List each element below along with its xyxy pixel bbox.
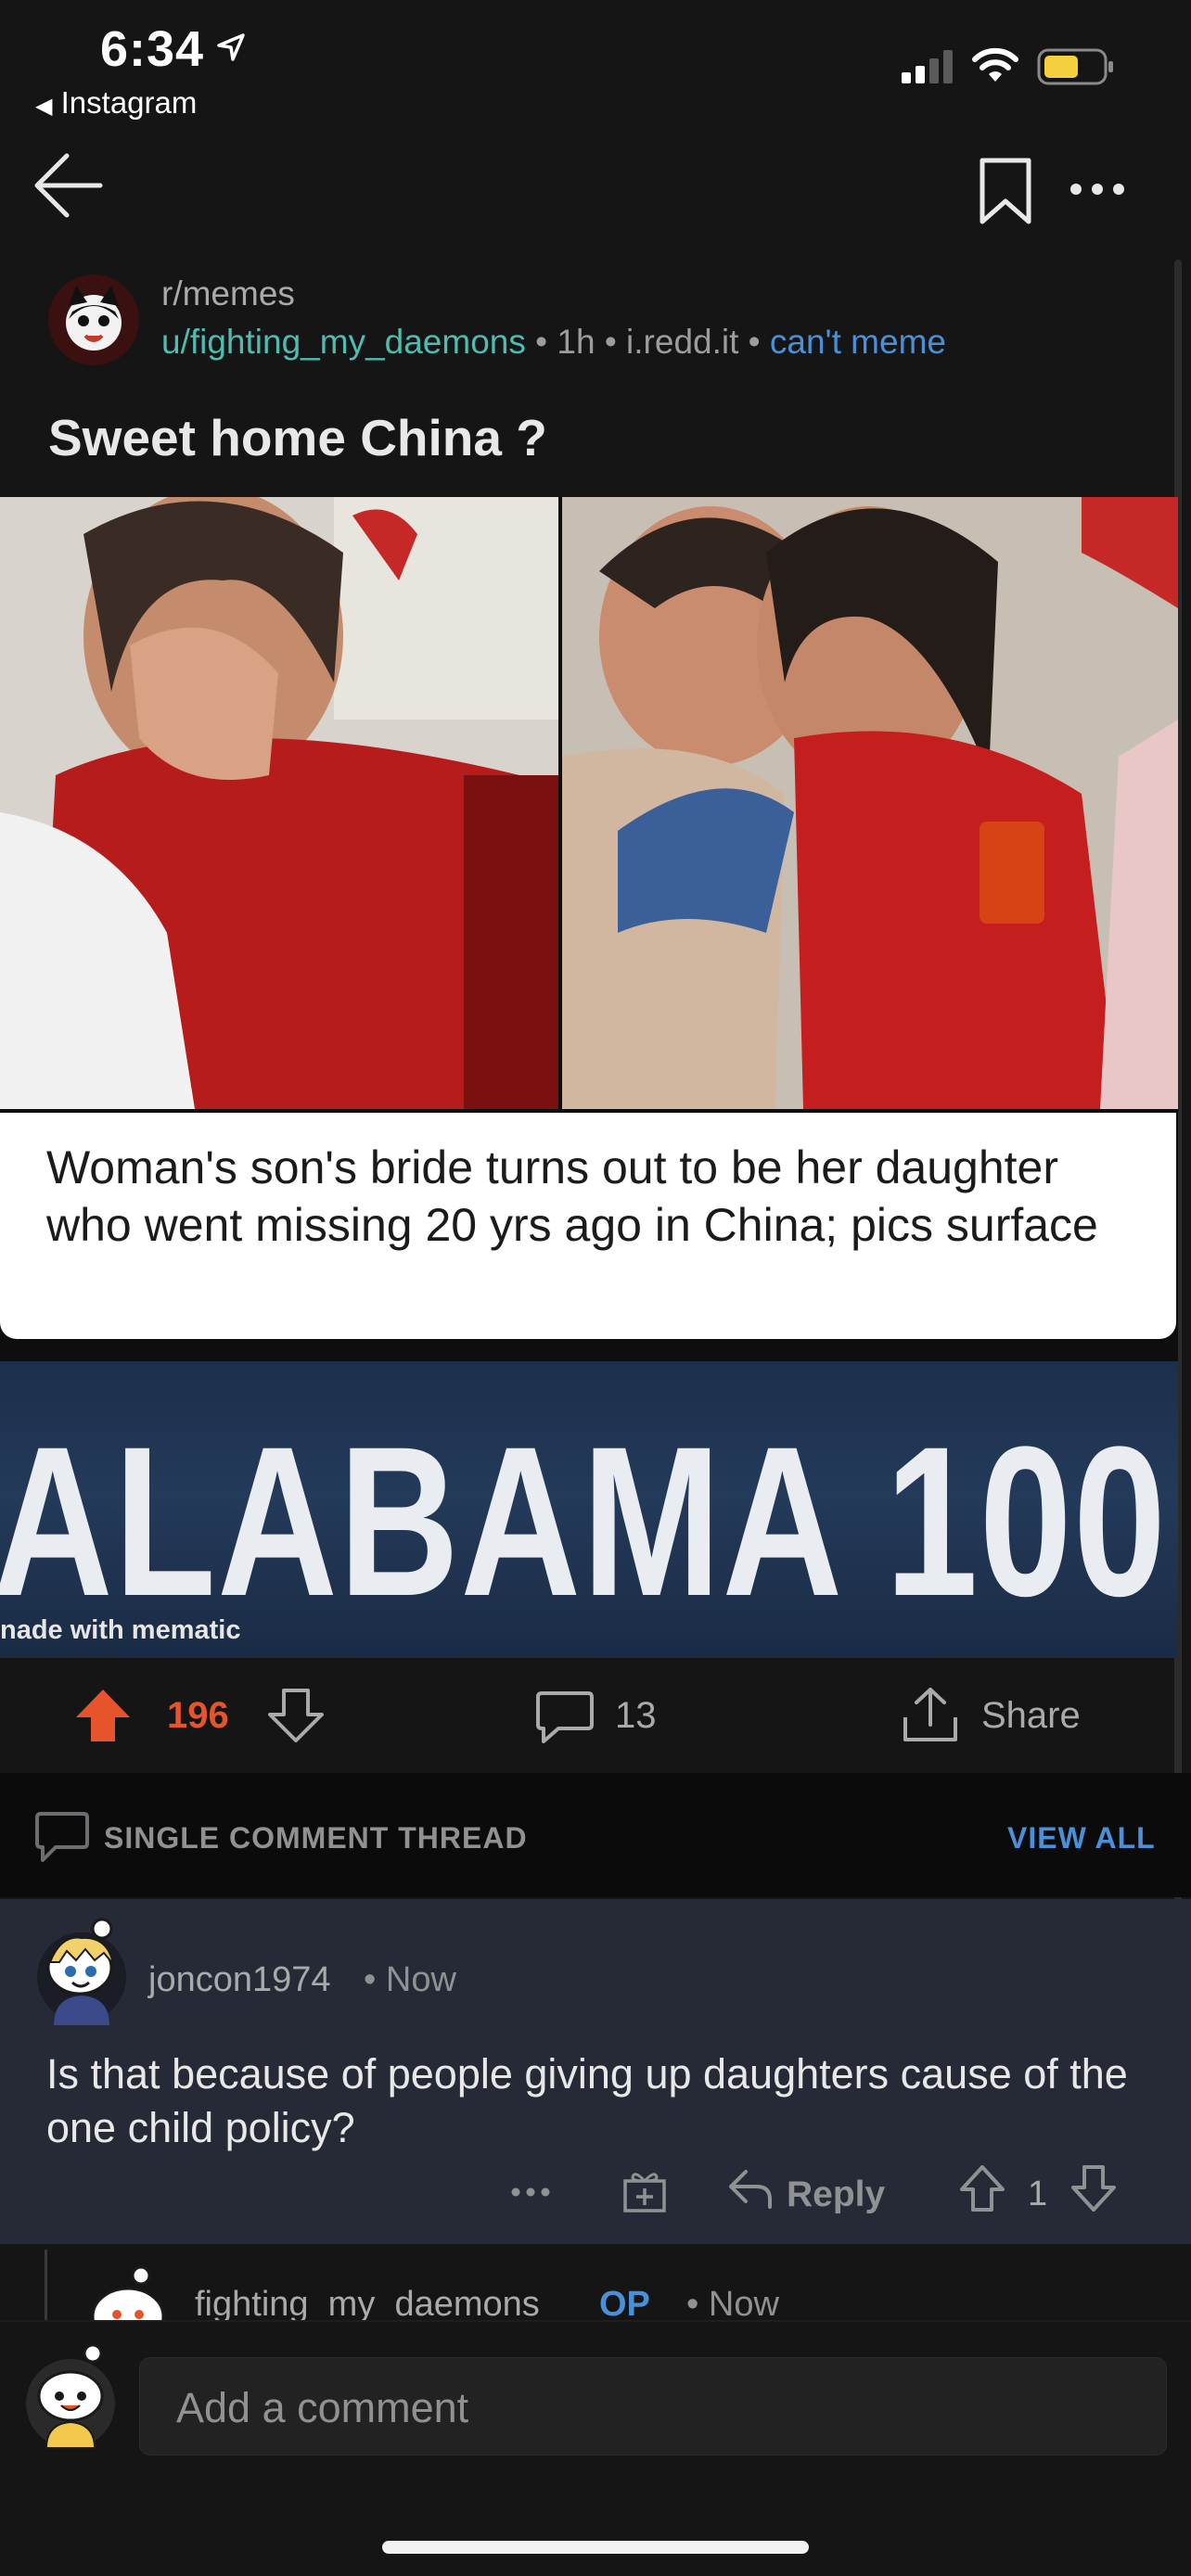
post-author[interactable]: u/fighting_my_daemons [161,323,526,361]
status-time: 6:34 [100,21,205,77]
comment-icon[interactable] [536,1690,594,1743]
commenter-avatar[interactable] [33,1916,130,2025]
post-image[interactable]: Woman's son's bride turns out to be her … [0,497,1178,1658]
back-to-app-link[interactable]: ◀ Instagram [35,85,197,121]
comment-body: Is that because of people giving up daug… [46,2050,1128,2151]
battery-icon [1037,48,1113,85]
thread-comment-icon [35,1812,89,1862]
post-title[interactable]: Sweet home China ? [48,408,547,467]
subreddit-name[interactable]: r/memes [161,274,295,313]
cellular-signal-icon [902,50,953,83]
comment-score: 1 [1028,2174,1048,2213]
image-caption: Woman's son's bride turns out to be her … [46,1141,1098,1251]
comment-time: • Now [364,1960,456,2000]
post-meta: u/fighting_my_daemons • 1h • i.redd.it •… [161,323,946,362]
upvote-icon[interactable] [74,1688,132,1743]
view-all-button[interactable]: VIEW ALL [1007,1821,1156,1855]
user-avatar[interactable] [22,2342,119,2452]
nested-comment-time-value: Now [708,2285,779,2324]
bookmark-icon[interactable] [978,156,1033,226]
meta-dot: • [686,2285,709,2324]
nested-comment-author[interactable]: fighting_my_daemons [195,2285,540,2325]
post-age: 1h [557,323,596,361]
alabama-banner: ALABAMA 100 nade with mematic [0,1361,1178,1658]
post-domain[interactable]: i.redd.it [626,323,738,361]
comment-count[interactable]: 13 [615,1695,657,1737]
reply-button[interactable]: Reply [787,2174,885,2215]
comment-upvote-icon[interactable] [959,2164,1005,2213]
home-indicator[interactable] [382,2541,809,2554]
award-icon[interactable] [621,2168,668,2214]
comment-author[interactable]: joncon1974 [148,1960,331,2000]
thread-line [45,2250,47,2324]
location-arrow-icon [217,33,245,61]
subreddit-avatar[interactable] [48,274,139,365]
comment-downvote-icon[interactable] [1070,2164,1117,2213]
downvote-icon[interactable] [267,1688,325,1743]
nested-comment-time: • Now [686,2285,779,2325]
vote-count: 196 [167,1695,229,1736]
share-icon[interactable] [902,1686,959,1743]
comment-more-icon[interactable] [510,2187,551,2198]
wifi-icon [972,47,1018,82]
photo-right [562,497,1178,1109]
more-options-icon[interactable] [1069,180,1126,198]
nested-commenter-avatar[interactable] [83,2263,173,2320]
back-triangle-icon: ◀ [35,94,53,119]
thread-label: SINGLE COMMENT THREAD [104,1821,528,1855]
meta-dot: • [604,323,627,361]
alabama-banner-text: ALABAMA 100 [0,1402,1168,1640]
op-badge: OP [599,2285,650,2324]
share-button[interactable]: Share [981,1695,1081,1737]
meta-dot: • [364,1960,386,1999]
comment-time-value: Now [385,1960,456,1999]
meta-dot: • [748,323,770,361]
reply-icon[interactable] [727,2168,774,2211]
user-flair: can't meme [769,323,946,361]
back-app-label: Instagram [60,85,198,120]
back-arrow-icon[interactable] [33,150,104,221]
image-watermark: nade with mematic [0,1615,241,1645]
add-comment-placeholder: Add a comment [176,2384,469,2431]
meta-dot: • [535,323,557,361]
photo-left [0,497,558,1109]
